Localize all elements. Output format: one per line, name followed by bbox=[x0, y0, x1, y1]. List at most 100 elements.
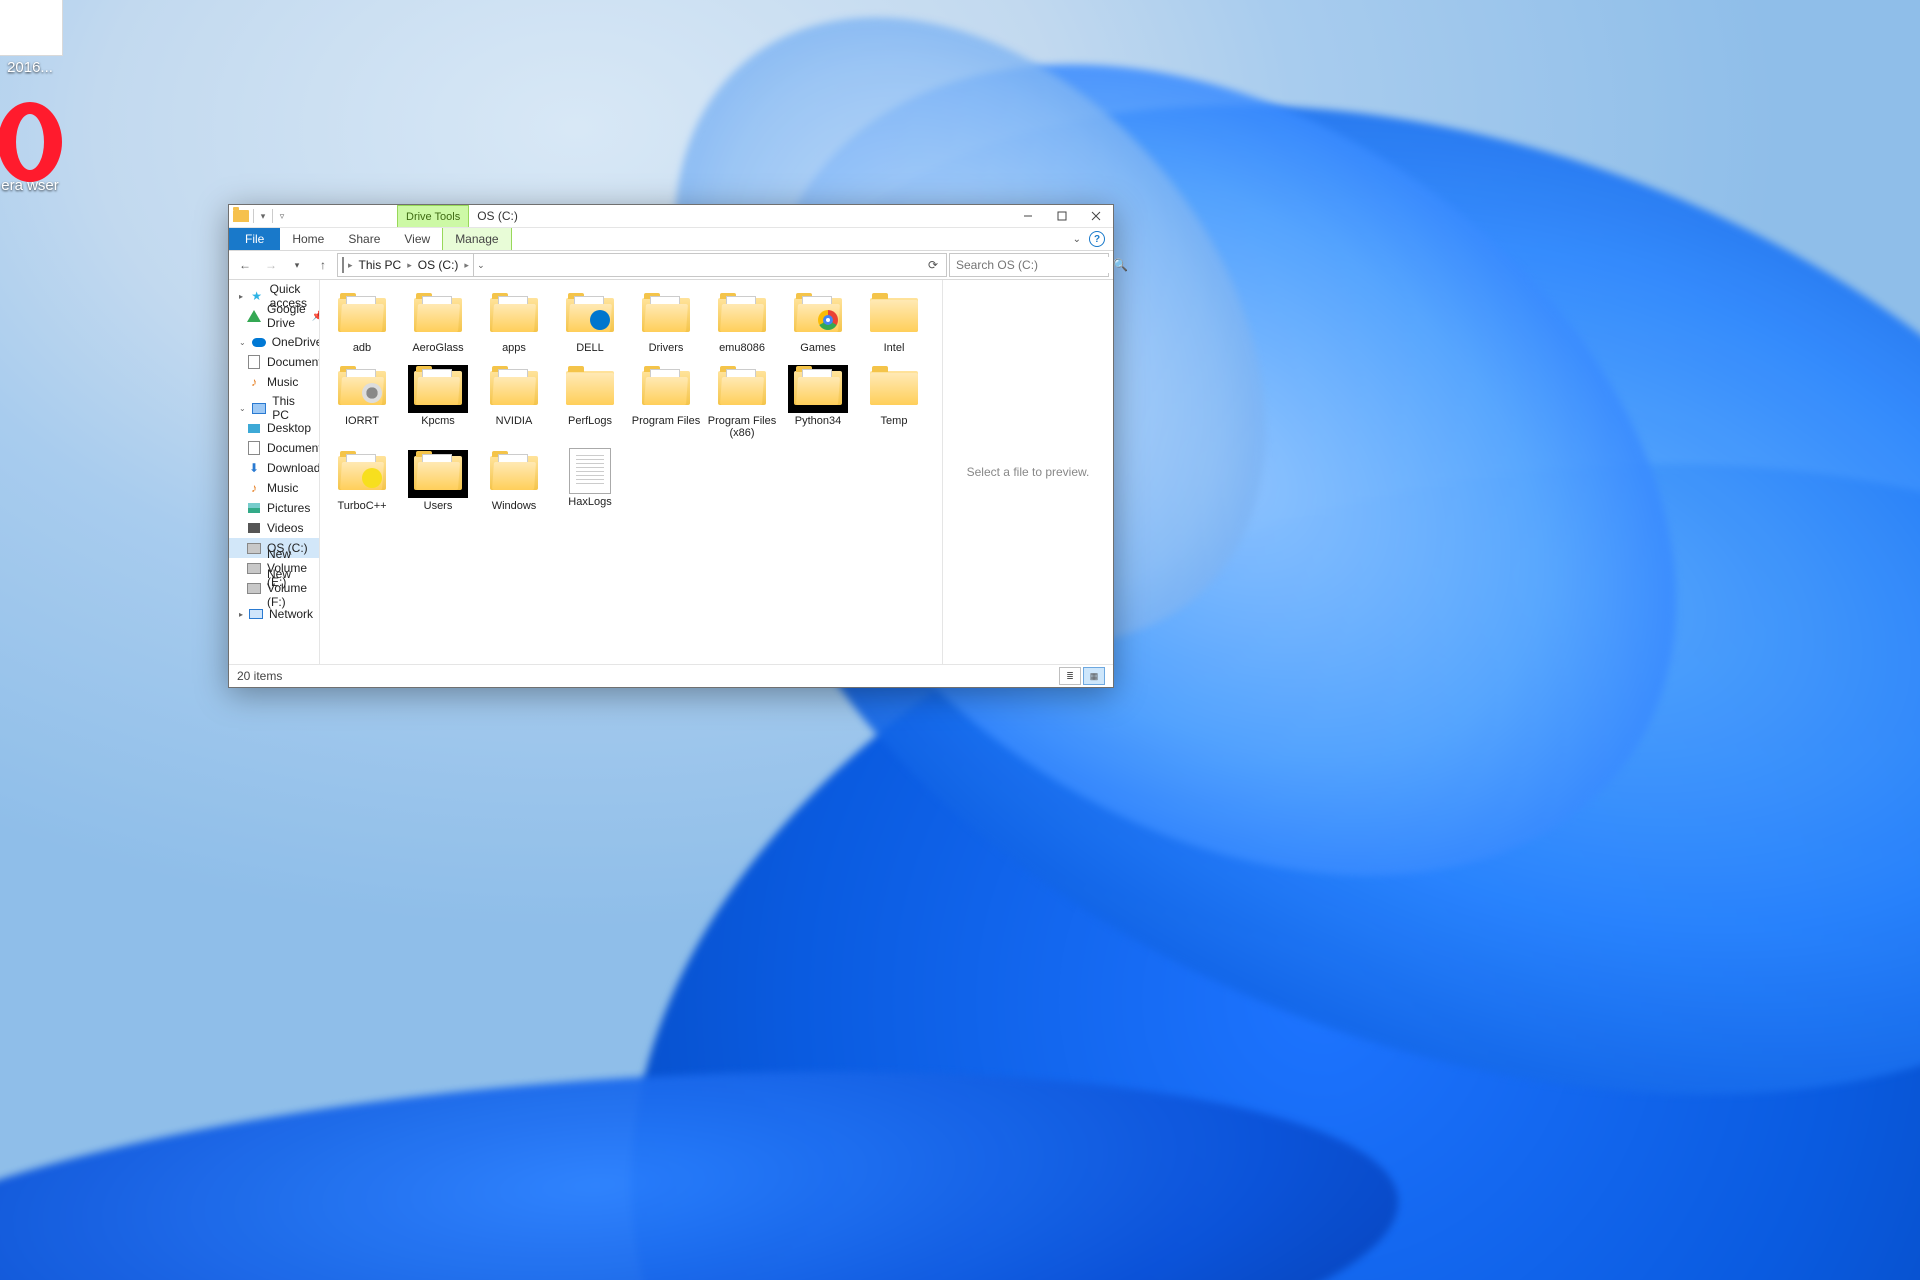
file-item-label: Kpcms bbox=[402, 415, 474, 428]
sidebar-label: Desktop bbox=[267, 421, 311, 435]
file-item[interactable]: NVIDIA bbox=[478, 363, 550, 440]
folder-icon bbox=[790, 367, 846, 411]
tab-home[interactable]: Home bbox=[280, 228, 336, 250]
sidebar-label: This PC bbox=[272, 394, 311, 422]
file-item[interactable]: TurboC++ bbox=[326, 448, 398, 513]
file-item[interactable]: Users bbox=[402, 448, 474, 513]
search-input[interactable] bbox=[954, 257, 1113, 273]
sidebar-google-drive[interactable]: Google Drive📌 bbox=[229, 306, 319, 326]
sidebar-this-pc[interactable]: ⌄This PC bbox=[229, 398, 319, 418]
separator bbox=[253, 209, 254, 223]
tab-file[interactable]: File bbox=[229, 228, 280, 250]
file-item[interactable]: Kpcms bbox=[402, 363, 474, 440]
file-item[interactable]: HaxLogs bbox=[554, 448, 626, 513]
pin-icon: 📌 bbox=[312, 311, 320, 322]
file-item[interactable]: AeroGlass bbox=[402, 290, 474, 355]
forward-button[interactable]: → bbox=[259, 253, 283, 277]
file-item-label: apps bbox=[478, 342, 550, 355]
sidebar-music[interactable]: ♪Music bbox=[229, 478, 319, 498]
file-explorer-window[interactable]: ▾ ▿ Drive Tools OS (C:) File Home Share … bbox=[228, 204, 1114, 688]
status-bar: 20 items ≣ ▦ bbox=[229, 664, 1113, 687]
search-box[interactable]: 🔍 bbox=[949, 253, 1109, 277]
maximize-button[interactable] bbox=[1045, 205, 1079, 227]
search-icon: 🔍 bbox=[1113, 258, 1128, 272]
sidebar-pictures[interactable]: Pictures bbox=[229, 498, 319, 518]
folder-icon bbox=[562, 367, 618, 411]
qat-customize[interactable]: ▿ bbox=[277, 211, 287, 221]
sidebar-desktop[interactable]: Desktop bbox=[229, 418, 319, 438]
file-list[interactable]: adbAeroGlassappsDELLDriversemu8086GamesI… bbox=[320, 280, 942, 664]
address-dropdown[interactable]: ⌄ bbox=[473, 254, 488, 276]
minimize-button[interactable] bbox=[1011, 205, 1045, 227]
desktop-icon-file[interactable]: 2016... bbox=[0, 0, 80, 77]
tab-view[interactable]: View bbox=[392, 228, 442, 250]
file-item[interactable]: PerfLogs bbox=[554, 363, 626, 440]
sidebar-label: Documents bbox=[267, 441, 320, 455]
file-item[interactable]: Drivers bbox=[630, 290, 702, 355]
file-item-label: TurboC++ bbox=[326, 500, 398, 513]
breadcrumb-sep[interactable]: ▸ bbox=[405, 260, 414, 271]
folder-icon bbox=[714, 367, 770, 411]
file-item[interactable]: adb bbox=[326, 290, 398, 355]
drive-icon bbox=[247, 581, 261, 595]
navigation-bar: ← → ▾ ↑ ▸ This PC ▸ OS (C:) ▸ ⌄ ⟳ 🔍 bbox=[229, 251, 1113, 280]
file-item[interactable]: emu8086 bbox=[706, 290, 778, 355]
breadcrumb-this-pc[interactable]: This PC bbox=[357, 258, 404, 272]
sidebar-label: New Volume (F:) bbox=[267, 567, 311, 609]
file-item[interactable]: Windows bbox=[478, 448, 550, 513]
onedrive-icon bbox=[252, 335, 266, 349]
navigation-pane[interactable]: ▸★Quick access Google Drive📌 ⌄OneDrive D… bbox=[229, 280, 320, 664]
sidebar-videos[interactable]: Videos bbox=[229, 518, 319, 538]
view-large-icons-button[interactable]: ▦ bbox=[1083, 667, 1105, 685]
sidebar-onedrive-music[interactable]: ♪Music bbox=[229, 372, 319, 392]
file-item[interactable]: Games bbox=[782, 290, 854, 355]
back-button[interactable]: ← bbox=[233, 253, 257, 277]
folder-icon bbox=[410, 367, 466, 411]
file-item-label: AeroGlass bbox=[402, 342, 474, 355]
quick-access-toolbar[interactable]: ▾ ▿ bbox=[229, 205, 291, 227]
folder-icon bbox=[410, 452, 466, 496]
refresh-button[interactable]: ⟳ bbox=[924, 258, 942, 272]
sidebar-new-volume-f[interactable]: New Volume (F:) bbox=[229, 578, 319, 598]
file-item[interactable]: apps bbox=[478, 290, 550, 355]
breadcrumb-sep[interactable]: ▸ bbox=[346, 260, 355, 271]
desktop[interactable]: 2016... era wser ▾ ▿ Drive Tools OS (C:) bbox=[0, 0, 1920, 1280]
sidebar-downloads[interactable]: ⬇Downloads bbox=[229, 458, 319, 478]
close-button[interactable] bbox=[1079, 205, 1113, 227]
document-icon bbox=[247, 441, 261, 455]
window-controls bbox=[1011, 205, 1113, 227]
sidebar-network[interactable]: ▸Network bbox=[229, 604, 319, 624]
breadcrumb-os-c[interactable]: OS (C:) bbox=[416, 258, 461, 272]
file-item[interactable]: DELL bbox=[554, 290, 626, 355]
folder-icon bbox=[866, 367, 922, 411]
contextual-tab-drive-tools[interactable]: Drive Tools bbox=[397, 205, 469, 227]
file-item[interactable]: Python34 bbox=[782, 363, 854, 440]
desktop-icon-label: 2016... bbox=[0, 60, 80, 77]
folder-icon bbox=[486, 452, 542, 496]
file-item[interactable]: Temp bbox=[858, 363, 930, 440]
up-button[interactable]: ↑ bbox=[311, 253, 335, 277]
file-item[interactable]: Program Files bbox=[630, 363, 702, 440]
ribbon-expand-icon[interactable]: ⌄ bbox=[1073, 234, 1081, 245]
sidebar-onedrive-documents[interactable]: Documents bbox=[229, 352, 319, 372]
sidebar-documents[interactable]: Documents bbox=[229, 438, 319, 458]
tab-share[interactable]: Share bbox=[336, 228, 392, 250]
tab-manage[interactable]: Manage bbox=[442, 228, 511, 250]
file-item-label: adb bbox=[326, 342, 398, 355]
file-item-label: Program Files bbox=[630, 415, 702, 428]
file-item[interactable]: Intel bbox=[858, 290, 930, 355]
qat-dropdown[interactable]: ▾ bbox=[258, 211, 268, 221]
sidebar-label: OneDrive bbox=[272, 335, 320, 349]
recent-locations-dropdown[interactable]: ▾ bbox=[285, 253, 309, 277]
preview-message: Select a file to preview. bbox=[967, 465, 1090, 479]
address-bar[interactable]: ▸ This PC ▸ OS (C:) ▸ ⌄ ⟳ bbox=[337, 253, 947, 277]
sidebar-label: Pictures bbox=[267, 501, 310, 515]
titlebar[interactable]: ▾ ▿ Drive Tools OS (C:) bbox=[229, 205, 1113, 228]
desktop-icon-opera[interactable]: era wser bbox=[0, 110, 80, 195]
view-details-button[interactable]: ≣ bbox=[1059, 667, 1081, 685]
sidebar-onedrive[interactable]: ⌄OneDrive bbox=[229, 332, 319, 352]
breadcrumb-sep[interactable]: ▸ bbox=[462, 260, 471, 271]
file-item[interactable]: IORRT bbox=[326, 363, 398, 440]
file-item[interactable]: Program Files (x86) bbox=[706, 363, 778, 440]
help-icon[interactable]: ? bbox=[1089, 231, 1105, 247]
